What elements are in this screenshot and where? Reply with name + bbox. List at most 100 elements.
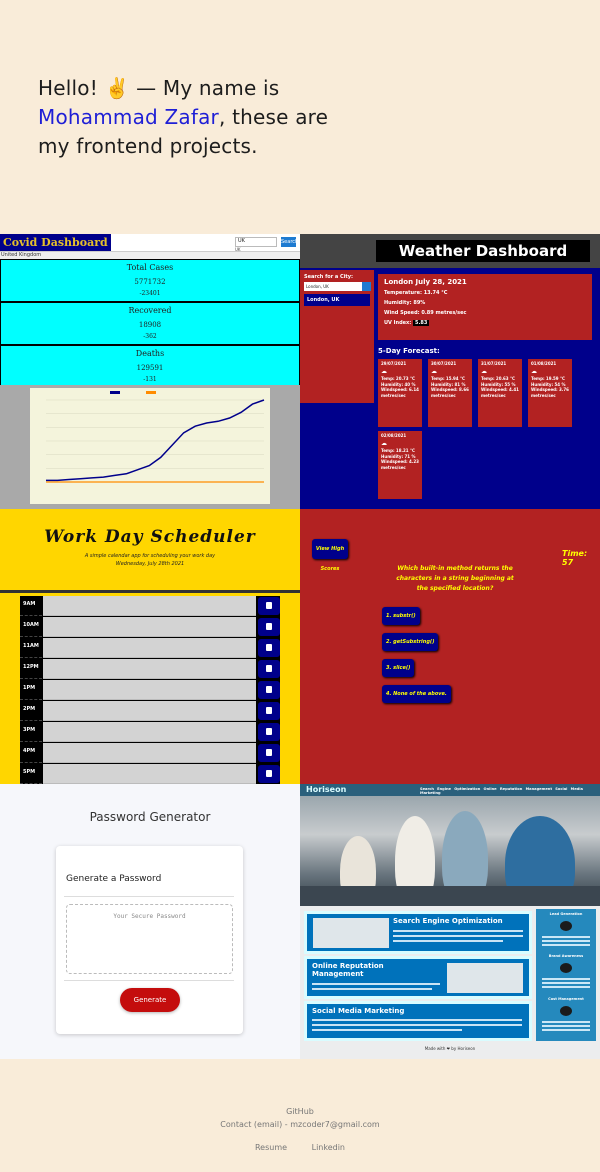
resume-link[interactable]: Resume <box>255 1143 287 1152</box>
text-line <box>393 940 503 942</box>
horiseon-footer: Made with ❤ by Horiseon <box>424 1046 476 1051</box>
stat-label: Deaths <box>135 349 165 358</box>
benefit-icon <box>560 963 572 973</box>
save-icon <box>266 644 272 651</box>
uv-label: UV Index: <box>384 320 412 326</box>
save-button[interactable] <box>258 597 280 615</box>
text-line <box>312 1024 522 1026</box>
covid-stat-total: Total Cases 5771732 -23401 <box>0 259 300 302</box>
project-work-day-scheduler[interactable]: Work Day Scheduler A simple calendar app… <box>0 509 300 784</box>
password-textarea[interactable]: Your Secure Password <box>66 904 233 974</box>
event-textarea[interactable] <box>43 617 256 637</box>
time-block: 10AM <box>20 617 280 637</box>
covid-search-button[interactable]: Search <box>281 237 298 247</box>
section-image <box>313 918 389 948</box>
project-weather-dashboard[interactable]: Weather Dashboard Search for a City: Lon… <box>300 234 600 509</box>
event-textarea[interactable] <box>43 680 256 700</box>
cloud-icon: ☁ <box>431 367 437 375</box>
save-icon <box>266 770 272 777</box>
hour-label: 10AM <box>20 617 42 637</box>
project-password-generator[interactable]: Password Generator Generate a Password Y… <box>0 784 300 1059</box>
hour-label: 2PM <box>20 701 42 721</box>
stat-label: Total Cases <box>126 263 174 272</box>
hour-label: 11AM <box>20 638 42 658</box>
weather-search-label: Search for a City: <box>304 274 354 280</box>
horiseon-nav-links: Search Engine Optimization Online Reputa… <box>420 787 600 795</box>
nav-link[interactable]: Online Reputation Management <box>484 787 552 791</box>
horiseon-nav: Horiseon Search Engine Optimization Onli… <box>300 784 600 796</box>
scheduler-title: Work Day Scheduler <box>44 527 256 547</box>
save-icon <box>266 707 272 714</box>
scheduler-subtitle: A simple calendar app for scheduling you… <box>84 553 216 559</box>
event-textarea[interactable] <box>43 638 256 658</box>
save-button[interactable] <box>258 639 280 657</box>
section-title: Online Reputation Management <box>312 962 384 978</box>
save-icon <box>266 623 272 630</box>
weather-wind: Wind Speed: 0.89 metres/sec <box>384 310 467 316</box>
time-block: 1PM <box>20 680 280 700</box>
event-textarea[interactable] <box>43 743 256 763</box>
stat-label: Recovered <box>128 306 172 315</box>
horiseon-logo: Horiseon <box>306 785 347 794</box>
covid-small-label: UK <box>235 247 241 252</box>
forecast-card: 30/07/2021 ☁ Temp: 15.94 °C Humidity: 81… <box>428 359 472 427</box>
stat-value: 18908 <box>138 321 162 329</box>
generate-password-button[interactable]: Generate Password <box>120 988 180 1028</box>
save-button[interactable] <box>258 618 280 636</box>
hour-label: 5PM <box>20 764 42 784</box>
contact-email[interactable]: Contact (email) - mzcoder7@gmail.com <box>0 1118 600 1131</box>
save-button[interactable] <box>258 744 280 762</box>
answer-button[interactable]: 3. slice() <box>382 659 415 677</box>
event-textarea[interactable] <box>43 722 256 742</box>
time-block: 11AM <box>20 638 280 658</box>
scheduler-rows: 9AM 10AM 11AM 12PM 1PM 2PM 3PM 4PM 5PM <box>0 596 300 784</box>
intro-text: Hello! ✌️ — My name is Mohammad Zafar, t… <box>38 74 338 161</box>
linkedin-link[interactable]: Linkedin <box>312 1143 345 1152</box>
horiseon-content: Search Engine Optimization Online Reputa… <box>304 911 532 1041</box>
legend-swatch <box>146 391 156 394</box>
search-icon[interactable] <box>362 282 371 291</box>
save-button[interactable] <box>258 681 280 699</box>
project-covid-dashboard[interactable]: Covid Dashboard UK Search UK United King… <box>0 234 300 509</box>
covid-search-input[interactable]: UK <box>235 237 277 247</box>
view-high-scores-button[interactable]: View High Scores <box>312 539 348 572</box>
covid-country: United Kingdom <box>0 252 300 259</box>
weather-today: London July 28, 2021 Temperature: 13.74 … <box>378 274 592 340</box>
answer-button[interactable]: 2. getSubstring() <box>382 633 439 651</box>
save-icon <box>266 602 272 609</box>
section-reputation: Online Reputation Management <box>304 956 532 999</box>
save-button[interactable] <box>258 765 280 783</box>
project-horiseon[interactable]: Horiseon Search Engine Optimization Onli… <box>300 784 600 1059</box>
section-seo: Search Engine Optimization <box>304 911 532 954</box>
save-button[interactable] <box>258 723 280 741</box>
save-button[interactable] <box>258 702 280 720</box>
footer-links: Resume Linkedin <box>0 1141 600 1154</box>
password-card: Generate a Password Your Secure Password… <box>56 846 243 1034</box>
event-textarea[interactable] <box>43 659 256 679</box>
weather-header: Weather Dashboard <box>300 234 600 268</box>
benefit-icon <box>560 921 572 931</box>
time-block: 9AM <box>20 596 280 616</box>
event-textarea[interactable] <box>43 764 256 784</box>
benefit-title: Brand Awareness <box>548 954 584 958</box>
weather-history-city[interactable]: London, UK <box>304 294 370 306</box>
text-line <box>542 1021 590 1023</box>
text-line <box>542 944 590 946</box>
answer-button[interactable]: 4. None of the above. <box>382 685 451 703</box>
legend-swatch <box>110 391 120 394</box>
text-line <box>312 983 440 985</box>
forecast-date: 31/07/2021 <box>481 361 507 366</box>
password-card-title: Generate a Password <box>66 874 162 884</box>
save-icon <box>266 749 272 756</box>
weather-search-input[interactable]: London, UK <box>304 282 362 291</box>
project-code-quiz[interactable]: View High Scores Time: 57 Which built-in… <box>300 509 600 784</box>
answer-button[interactable]: 1. substr() <box>382 607 420 625</box>
hour-label: 1PM <box>20 680 42 700</box>
github-link[interactable]: GitHub <box>0 1105 600 1118</box>
event-textarea[interactable] <box>43 701 256 721</box>
stat-delta: -23401 <box>139 290 161 297</box>
covid-chart-area <box>0 385 300 509</box>
save-button[interactable] <box>258 660 280 678</box>
event-textarea[interactable] <box>43 596 256 616</box>
text-line <box>542 936 590 938</box>
